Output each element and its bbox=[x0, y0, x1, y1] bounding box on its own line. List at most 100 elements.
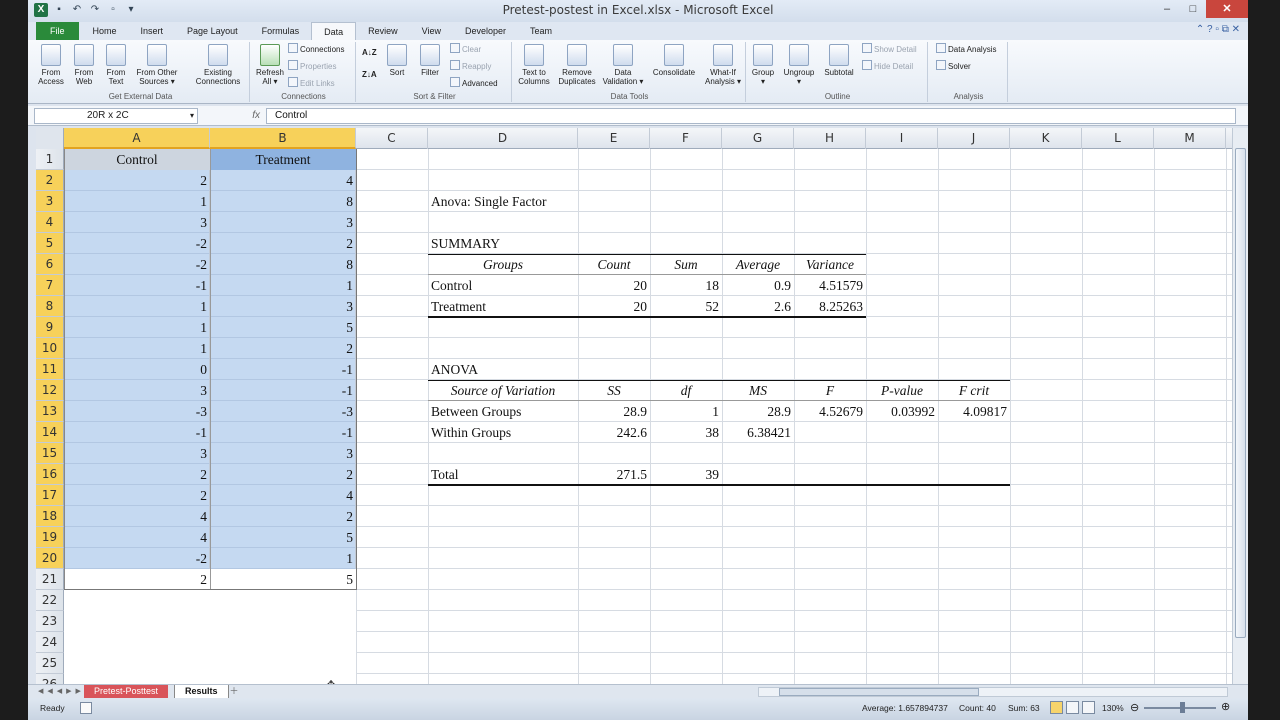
formula-input[interactable]: Control bbox=[266, 108, 1236, 124]
anova-cell[interactable]: 0.03992 bbox=[866, 401, 938, 422]
tab-developer[interactable]: Developer bbox=[453, 22, 518, 40]
row-header[interactable]: 14 bbox=[36, 422, 64, 443]
cell-a16[interactable]: 2 bbox=[64, 464, 210, 485]
zoom-slider-handle[interactable] bbox=[1180, 702, 1185, 713]
anova-header[interactable]: Source of Variation bbox=[428, 380, 578, 401]
scroll-thumb[interactable] bbox=[1235, 148, 1246, 638]
sort-button[interactable]: Sort bbox=[384, 44, 410, 77]
column-header-b[interactable]: B bbox=[210, 128, 356, 149]
cell-b3[interactable]: 8 bbox=[210, 191, 356, 212]
tab-insert[interactable]: Insert bbox=[129, 22, 176, 40]
data-analysis-button[interactable]: Data Analysis bbox=[936, 43, 996, 57]
cell-a11[interactable]: 0 bbox=[64, 359, 210, 380]
minimize-icon[interactable]: – bbox=[1154, 0, 1180, 18]
cell-a10[interactable]: 1 bbox=[64, 338, 210, 359]
zoom-out-icon[interactable]: ⊖ bbox=[1130, 701, 1139, 714]
group-button[interactable]: Group ▾ bbox=[748, 44, 778, 86]
row-header[interactable]: 4 bbox=[36, 212, 64, 233]
summary-cell[interactable]: 20 bbox=[578, 296, 650, 317]
tab-team[interactable]: Team bbox=[518, 22, 564, 40]
anova-header[interactable]: F bbox=[794, 380, 866, 401]
advanced-filter-button[interactable]: Advanced bbox=[450, 77, 498, 91]
cell-b19[interactable]: 5 bbox=[210, 527, 356, 548]
cell-a20[interactable]: -2 bbox=[64, 548, 210, 569]
cell-b8[interactable]: 3 bbox=[210, 296, 356, 317]
tab-review[interactable]: Review bbox=[356, 22, 410, 40]
cell-a3[interactable]: 1 bbox=[64, 191, 210, 212]
ungroup-button[interactable]: Ungroup ▾ bbox=[780, 44, 818, 86]
row-header[interactable]: 16 bbox=[36, 464, 64, 485]
anova-title[interactable]: Anova: Single Factor bbox=[428, 191, 628, 212]
cell-a8[interactable]: 1 bbox=[64, 296, 210, 317]
anova-total-cell[interactable]: 39 bbox=[650, 464, 722, 485]
row-header[interactable]: 17 bbox=[36, 485, 64, 506]
cell-b12[interactable]: -1 bbox=[210, 380, 356, 401]
summary-header[interactable]: Sum bbox=[650, 254, 722, 275]
page-break-view-icon[interactable] bbox=[1082, 701, 1095, 714]
name-box[interactable]: 20R x 2C ▾ bbox=[34, 108, 198, 124]
column-header-f[interactable]: F bbox=[650, 128, 722, 149]
row-header[interactable]: 9 bbox=[36, 317, 64, 338]
cell-b10[interactable]: 2 bbox=[210, 338, 356, 359]
summary-header[interactable]: Count bbox=[578, 254, 650, 275]
row-header[interactable]: 13 bbox=[36, 401, 64, 422]
cell-b18[interactable]: 2 bbox=[210, 506, 356, 527]
row-header[interactable]: 5 bbox=[36, 233, 64, 254]
zoom-level[interactable]: 130% bbox=[1102, 703, 1124, 713]
row-header[interactable]: 7 bbox=[36, 275, 64, 296]
subtotal-button[interactable]: Subtotal bbox=[820, 44, 858, 77]
row-header[interactable]: 21 bbox=[36, 569, 64, 590]
normal-view-icon[interactable] bbox=[1050, 701, 1063, 714]
row-header[interactable]: 23 bbox=[36, 611, 64, 632]
anova-header[interactable]: MS bbox=[722, 380, 794, 401]
anova-header[interactable]: P-value bbox=[866, 380, 938, 401]
anova-header[interactable]: SS bbox=[578, 380, 650, 401]
close-icon[interactable]: ✕ bbox=[1206, 0, 1248, 18]
summary-label[interactable]: SUMMARY bbox=[428, 233, 578, 254]
row-header[interactable]: 8 bbox=[36, 296, 64, 317]
connections-button[interactable]: Connections bbox=[288, 43, 344, 57]
filter-button[interactable]: Filter bbox=[416, 44, 444, 77]
anova-cell[interactable]: 6.38421 bbox=[722, 422, 794, 443]
solver-button[interactable]: Solver bbox=[936, 60, 971, 74]
row-header[interactable]: 2 bbox=[36, 170, 64, 191]
cell-b9[interactable]: 5 bbox=[210, 317, 356, 338]
anova-header[interactable]: F crit bbox=[938, 380, 1010, 401]
cell-a4[interactable]: 3 bbox=[64, 212, 210, 233]
cell-b11[interactable]: -1 bbox=[210, 359, 356, 380]
help-icon[interactable]: ⌃ ? ▫ ⧉ ✕ bbox=[1196, 24, 1240, 35]
anova-cell[interactable]: 4.52679 bbox=[794, 401, 866, 422]
vertical-scrollbar[interactable] bbox=[1232, 128, 1248, 684]
anova-total-cell[interactable]: Total bbox=[428, 464, 578, 485]
summary-cell[interactable]: 52 bbox=[650, 296, 722, 317]
tab-page-layout[interactable]: Page Layout bbox=[175, 22, 250, 40]
anova-cell[interactable]: 28.9 bbox=[722, 401, 794, 422]
row-header[interactable]: 25 bbox=[36, 653, 64, 674]
tab-formulas[interactable]: Formulas bbox=[250, 22, 312, 40]
from-other-sources-button[interactable]: From Other Sources ▾ bbox=[132, 44, 182, 86]
row-header[interactable]: 15 bbox=[36, 443, 64, 464]
anova-label[interactable]: ANOVA bbox=[428, 359, 578, 380]
row-header[interactable]: 11 bbox=[36, 359, 64, 380]
existing-connections-button[interactable]: Existing Connections bbox=[190, 44, 246, 86]
text-to-columns-button[interactable]: Text to Columns bbox=[514, 44, 554, 86]
cell-a15[interactable]: 3 bbox=[64, 443, 210, 464]
row-header[interactable]: 10 bbox=[36, 338, 64, 359]
anova-cell[interactable]: 1 bbox=[650, 401, 722, 422]
column-header-k[interactable]: K bbox=[1010, 128, 1082, 149]
insert-sheet-icon[interactable]: ＋ bbox=[224, 685, 244, 698]
from-web-button[interactable]: From Web bbox=[68, 44, 100, 86]
sheet-tab-pretest-posttest[interactable]: Pretest-Posttest bbox=[84, 685, 169, 698]
cell-a21[interactable]: 2 bbox=[64, 569, 210, 590]
column-header-i[interactable]: I bbox=[866, 128, 938, 149]
cell-a9[interactable]: 1 bbox=[64, 317, 210, 338]
reapply-button[interactable]: Reapply bbox=[450, 60, 491, 74]
row-header[interactable]: 26 bbox=[36, 674, 64, 684]
summary-cell[interactable]: 8.25263 bbox=[794, 296, 866, 317]
summary-cell[interactable]: 4.51579 bbox=[794, 275, 866, 296]
cell-a1-header[interactable]: Control bbox=[64, 149, 210, 170]
row-header[interactable]: 3 bbox=[36, 191, 64, 212]
column-header-h[interactable]: H bbox=[794, 128, 866, 149]
summary-header-groups[interactable]: Groups bbox=[428, 254, 578, 275]
row-header[interactable]: 22 bbox=[36, 590, 64, 611]
